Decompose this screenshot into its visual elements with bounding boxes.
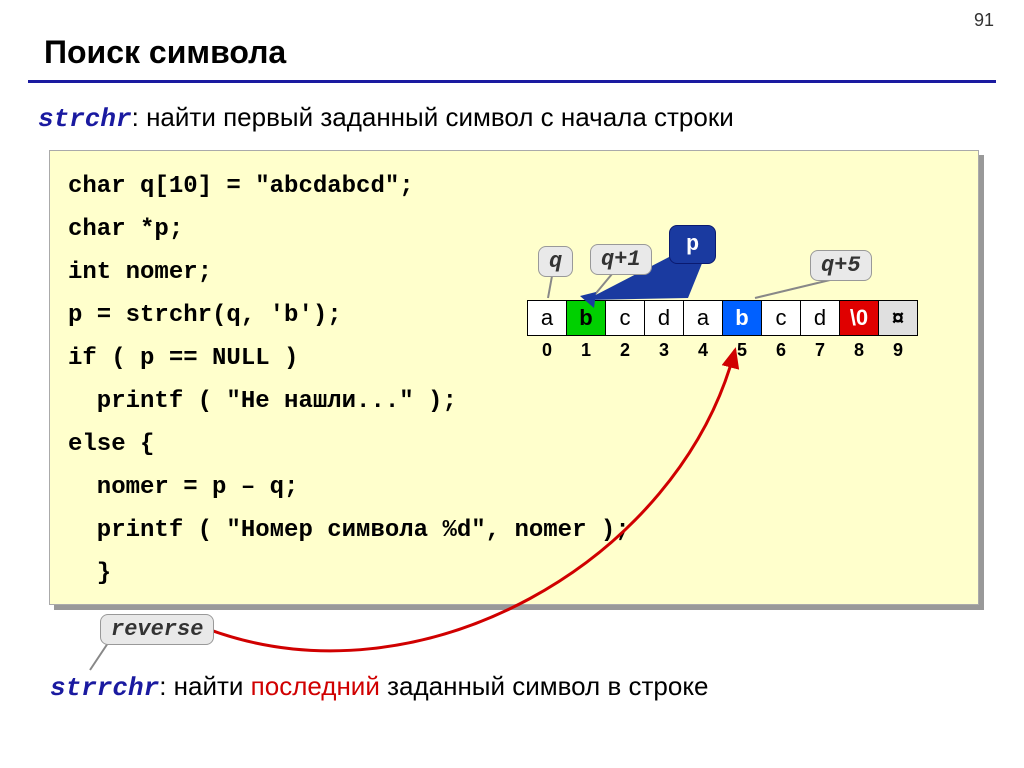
- cell: b: [722, 300, 762, 336]
- idx: 4: [683, 340, 723, 361]
- cell: d: [800, 300, 840, 336]
- footer-after: заданный символ в строке: [380, 671, 709, 701]
- callout-p: p: [669, 225, 716, 264]
- idx: 7: [800, 340, 840, 361]
- idx: 0: [527, 340, 567, 361]
- code-line: nomer = p – q;: [68, 474, 298, 501]
- cell: c: [605, 300, 645, 336]
- code-line: int nomer;: [68, 259, 212, 286]
- idx: 1: [566, 340, 606, 361]
- idx: 5: [722, 340, 762, 361]
- code-line: char *p;: [68, 216, 183, 243]
- code-line: printf ( "Не нашли..." );: [68, 388, 457, 415]
- title-underline: [28, 80, 996, 83]
- cell: b: [566, 300, 606, 336]
- code-line: }: [68, 560, 111, 587]
- footer-before: : найти: [159, 671, 250, 701]
- cell: a: [683, 300, 723, 336]
- callout-q5: q+5: [810, 250, 872, 281]
- callout-reverse: reverse: [100, 614, 214, 645]
- callout-q1: q+1: [590, 244, 652, 275]
- strrchr-keyword: strrchr: [50, 673, 159, 703]
- code-line: char q[10] = "abcdabcd";: [68, 173, 414, 200]
- page-number: 91: [974, 10, 994, 31]
- footer-red: последний: [251, 671, 380, 701]
- strchr-keyword: strchr: [38, 104, 132, 134]
- code-block: char q[10] = "abcdabcd"; char *p; int no…: [49, 150, 979, 605]
- array-indices: 0 1 2 3 4 5 6 7 8 9: [528, 340, 918, 361]
- code-line: printf ( "Номер символа %d", nomer );: [68, 517, 630, 544]
- cell: c: [761, 300, 801, 336]
- footer-line: strrchr: найти последний заданный символ…: [50, 671, 708, 703]
- array-cells: a b c d a b c d \0 ¤: [528, 300, 918, 336]
- subtitle-text: : найти первый заданный символ c начала …: [132, 102, 734, 132]
- cell: ¤: [878, 300, 918, 336]
- idx: 8: [839, 340, 879, 361]
- idx: 9: [878, 340, 918, 361]
- code-line: else {: [68, 431, 154, 458]
- slide-title: Поиск символа: [44, 34, 286, 71]
- idx: 2: [605, 340, 645, 361]
- code-line: p = strchr(q, 'b');: [68, 302, 342, 329]
- idx: 6: [761, 340, 801, 361]
- subtitle: strchr: найти первый заданный символ c н…: [38, 102, 734, 134]
- cell: a: [527, 300, 567, 336]
- idx: 3: [644, 340, 684, 361]
- callout-q: q: [538, 246, 573, 277]
- code-line: if ( p == NULL ): [68, 345, 298, 372]
- cell: d: [644, 300, 684, 336]
- cell: \0: [839, 300, 879, 336]
